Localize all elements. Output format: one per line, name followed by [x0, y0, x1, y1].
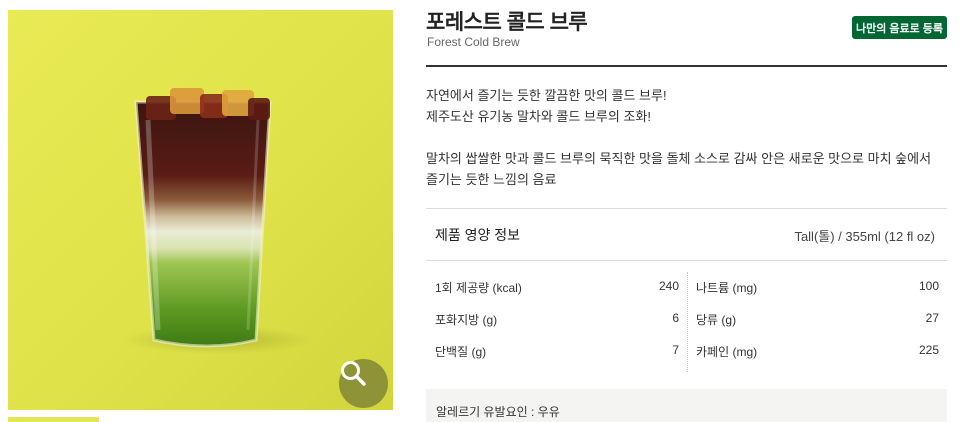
product-image[interactable]	[8, 10, 393, 410]
nutrition-row: 1회 제공량 (kcal) 240	[435, 279, 679, 299]
nutrition-header-divider	[426, 260, 947, 261]
description-line: 말차의 쌉쌀한 맛과 콜드 브루의 묵직한 맛을 돌체 소스로 감싸 안은 새로…	[426, 151, 932, 166]
nutrition-title: 제품 영양 정보	[435, 227, 521, 243]
nutrition-value: 6	[672, 311, 679, 325]
zoom-button[interactable]	[339, 359, 388, 408]
allergy-info-box: 알레르기 유발요인 : 우유	[426, 389, 947, 422]
nutrition-label: 당류 (g)	[696, 313, 737, 327]
description-line: 자연에서 즐기는 듯한 깔끔한 맛의 콜드 브루!	[426, 88, 667, 103]
nutrition-label: 포화지방 (g)	[435, 313, 498, 327]
nutrition-row: 나트륨 (mg) 100	[696, 279, 939, 299]
title-divider	[426, 65, 947, 67]
description-line: 즐기는 듯한 느낌의 음료	[426, 172, 557, 187]
product-description: 자연에서 즐기는 듯한 깔끔한 맛의 콜드 브루! 제주도산 유기농 말차와 콜…	[426, 85, 947, 190]
nutrition-label: 나트륨 (mg)	[696, 281, 758, 295]
allergy-text: 알레르기 유발요인 : 우유	[436, 405, 560, 419]
nutrition-value: 7	[672, 343, 679, 357]
nutrition-value: 225	[918, 343, 939, 357]
nutrition-top-divider	[426, 208, 947, 209]
product-title: 포레스트 콜드 브루	[426, 11, 588, 34]
nutrition-row: 당류 (g) 27	[696, 311, 939, 331]
product-subtitle: Forest Cold Brew	[427, 35, 520, 49]
nutrition-column-divider	[687, 272, 688, 372]
nutrition-row: 포화지방 (g) 6	[435, 311, 679, 331]
nutrition-row: 카페인 (mg) 225	[696, 343, 939, 363]
drink-illustration	[123, 88, 313, 354]
nutrition-value: 240	[658, 279, 679, 293]
register-my-drink-button[interactable]: 나만의 음료로 등록	[852, 16, 947, 39]
nutrition-label: 카페인 (mg)	[696, 345, 758, 359]
nutrition-label: 단백질 (g)	[435, 345, 487, 359]
magnifier-icon	[341, 361, 366, 386]
nutrition-value: 27	[925, 311, 939, 325]
nutrition-row: 단백질 (g) 7	[435, 343, 679, 363]
nutrition-value: 100	[918, 279, 939, 293]
description-line: 제주도산 유기농 말차와 콜드 브루의 조화!	[426, 109, 651, 124]
nutrition-serving-size: Tall(톨) / 355ml (12 fl oz)	[794, 229, 935, 244]
thumbnail-indicator[interactable]	[8, 417, 99, 422]
nutrition-label: 1회 제공량 (kcal)	[435, 281, 522, 295]
